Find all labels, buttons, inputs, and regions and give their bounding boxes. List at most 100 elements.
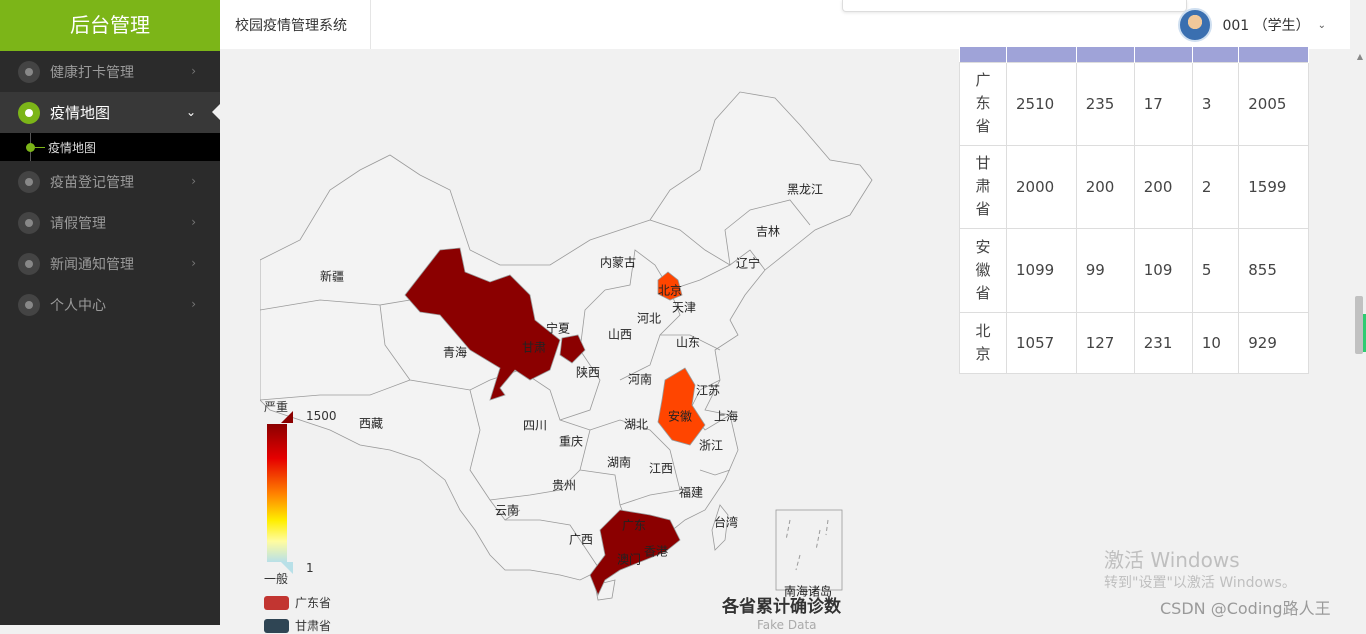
label-shanxi: 山西: [607, 327, 633, 342]
chevron-right-icon: ›: [191, 215, 196, 229]
cell: 10: [1191, 311, 1240, 374]
nav-leave[interactable]: 请假管理 ›: [0, 202, 220, 243]
cell: 2005: [1238, 61, 1309, 146]
legend-label: 甘肃省: [295, 619, 332, 633]
table-row: 广东省 2510 235 17 3 2005: [959, 61, 1309, 146]
nav-label: 请假管理: [50, 215, 106, 232]
cell-province: 北京: [959, 311, 1007, 374]
label-yunnan: 云南: [494, 503, 520, 518]
nav-vaccine[interactable]: 疫苗登记管理 ›: [0, 161, 220, 202]
nav-label: 新闻通知管理: [50, 256, 134, 273]
label-shaanxi: 陕西: [575, 365, 601, 380]
label-jiangxi: 江西: [648, 461, 674, 476]
table-row: 北京 1057 127 231 10 929: [959, 311, 1309, 374]
cell: 1599: [1238, 144, 1309, 229]
label-anhui: 安徽: [667, 409, 693, 424]
table-row: 甘肃省 2000 200 200 2 1599: [959, 144, 1309, 229]
nav-health-checkin[interactable]: 健康打卡管理 ›: [0, 51, 220, 92]
nav-label: 个人中心: [50, 297, 106, 314]
label-shanghai: 上海: [713, 409, 739, 424]
chevron-right-icon: ›: [191, 297, 196, 311]
legend-label: 广东省: [295, 596, 332, 610]
globe-icon: [18, 101, 40, 124]
legend-handle-top[interactable]: [281, 411, 293, 423]
label-neimenggu: 内蒙古: [599, 255, 637, 270]
label-xianggang: 香港: [643, 544, 669, 559]
cell: 200: [1133, 144, 1193, 229]
cell: 109: [1133, 227, 1193, 313]
label-xizang: 西藏: [358, 416, 384, 431]
cell: 2000: [1006, 144, 1077, 229]
legend-low-label: 一般: [264, 572, 289, 586]
label-heilongjiang: 黑龙江: [786, 182, 824, 197]
chevron-right-icon: ›: [191, 64, 196, 78]
chevron-right-icon: ›: [191, 174, 196, 188]
scroll-up-arrow-icon[interactable]: ▲: [1357, 52, 1363, 61]
map-title: 各省累计确诊数: [722, 597, 841, 617]
csdn-watermark: CSDN @Coding路人王: [1160, 599, 1331, 618]
legend-gradient: [267, 424, 287, 562]
label-liaoning: 辽宁: [735, 256, 761, 271]
cell: 2510: [1006, 61, 1077, 146]
label-qinghai: 青海: [442, 345, 468, 360]
nav-label: 疫苗登记管理: [50, 174, 134, 191]
table-row: 安徽省 1099 99 109 5 855: [959, 227, 1309, 313]
cell: 5: [1191, 227, 1240, 313]
subnav-epidemic-map[interactable]: 疫情地图: [0, 133, 220, 161]
system-title: 校园疫情管理系统: [220, 0, 371, 49]
label-guizhou: 贵州: [551, 478, 577, 493]
cell: 200: [1075, 144, 1135, 229]
globe-icon: [18, 293, 40, 316]
cell: 235: [1075, 61, 1135, 146]
label-zhejiang: 浙江: [698, 438, 724, 453]
label-hubei: 湖北: [623, 417, 649, 432]
avatar[interactable]: [1178, 8, 1213, 42]
user-name: 001 （学生）: [1222, 18, 1310, 34]
cell: 855: [1238, 227, 1309, 313]
china-map: 新疆 西藏 青海 甘肃 宁夏 内蒙古 黑龙江 吉林 辽宁 北京 天津 河北 山西…: [259, 50, 960, 625]
label-beijing: 北京: [657, 283, 683, 298]
legend-min: 1: [306, 561, 314, 575]
sidebar: 后台管理 健康打卡管理 › 疫情地图 ⌄ 疫情地图 疫苗登记管理 › 请假管理 …: [0, 0, 220, 625]
label-shandong: 山东: [675, 335, 701, 350]
user-menu[interactable]: 001 （学生） ⌄: [1178, 8, 1326, 42]
label-sichuan: 四川: [522, 418, 548, 433]
label-hebei: 河北: [636, 311, 662, 326]
legend-swatch: [264, 595, 289, 610]
globe-icon: [18, 60, 40, 83]
table-header: [959, 47, 1309, 62]
subnav-label: 疫情地图: [48, 140, 97, 155]
label-xinjiang: 新疆: [319, 269, 345, 284]
visual-map-legend[interactable]: 严重 1500 1 一般: [264, 398, 344, 588]
windows-activation-title: 激活 Windows: [1104, 548, 1240, 572]
cell-province: 甘肃省: [959, 144, 1007, 229]
chevron-right-icon: ›: [191, 256, 196, 270]
nav-news[interactable]: 新闻通知管理 ›: [0, 243, 220, 284]
legend-item-guangdong[interactable]: 广东省: [264, 594, 331, 611]
windows-activation-hint: 转到"设置"以激活 Windows。: [1104, 575, 1296, 591]
cell-province: 广东省: [959, 61, 1007, 146]
cell: 3: [1191, 61, 1240, 146]
active-notch: [212, 104, 220, 120]
label-guangxi: 广西: [568, 532, 594, 547]
dropdown-popover: [842, 0, 1187, 12]
label-henan: 河南: [627, 372, 653, 387]
globe-icon: [18, 252, 40, 275]
label-jiangsu: 江苏: [695, 383, 721, 398]
nav-personal[interactable]: 个人中心 ›: [0, 284, 220, 325]
label-aomen: 澳门: [616, 552, 642, 567]
label-jilin: 吉林: [755, 224, 781, 239]
legend-max: 1500: [306, 409, 337, 423]
cell: 99: [1075, 227, 1135, 313]
cell: 2: [1191, 144, 1240, 229]
scrollbar-thumb[interactable]: [1355, 296, 1363, 354]
cell: 1099: [1006, 227, 1077, 313]
label-fujian: 福建: [678, 485, 704, 500]
legend-item-gansu[interactable]: 甘肃省: [264, 617, 331, 634]
chevron-down-icon: ⌄: [185, 105, 196, 119]
label-chongqing: 重庆: [558, 434, 584, 449]
data-table: 广东省 2510 235 17 3 2005 甘肃省 2000 200 200 …: [959, 47, 1309, 374]
label-tianjin: 天津: [671, 300, 697, 315]
nav-epidemic-map[interactable]: 疫情地图 ⌄: [0, 92, 220, 133]
label-taiwan: 台湾: [713, 515, 739, 530]
